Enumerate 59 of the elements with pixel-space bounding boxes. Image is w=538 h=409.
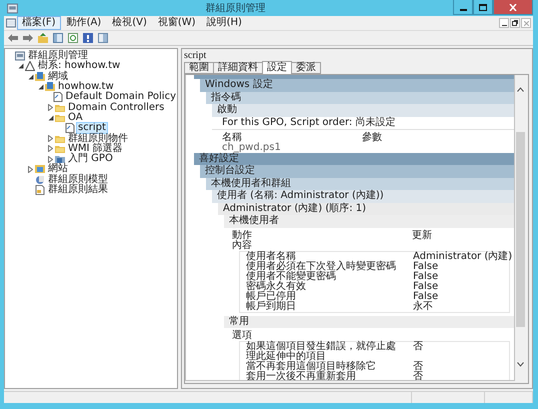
tree-item[interactable]: Default Domain Policy (64, 92, 177, 102)
tree-item[interactable]: 群組原則模型 (47, 174, 109, 185)
property-value: False (413, 262, 440, 272)
tree-item[interactable]: 群組原則結果 (47, 185, 109, 195)
menu-item[interactable]: 動作(A) (62, 16, 106, 30)
tab[interactable]: 設定 (262, 61, 292, 74)
property-label: 帳戶已停用 (246, 292, 297, 302)
property-value: False (413, 272, 440, 282)
property-value: 否 (413, 342, 424, 354)
section-header: Windows 設定 (200, 79, 514, 92)
column-header: 參數 (362, 132, 383, 142)
property-label: 使用者必須在下次登入時變更密碼 (246, 262, 397, 272)
section-header: 本機使用者 (224, 215, 514, 228)
tree-item[interactable]: 網站 (47, 164, 69, 174)
tab[interactable]: 範圍 (184, 62, 214, 74)
section-header: 啟動 (212, 104, 514, 116)
property-label: 使用者不能變更密碼 (246, 272, 337, 282)
property-label: 密碼永久有效 (246, 282, 307, 292)
tab[interactable]: 委派 (291, 62, 321, 74)
tree-item[interactable]: Domain Controllers (67, 102, 166, 113)
menu-item[interactable]: 檔案(F) (17, 16, 61, 30)
menu-item[interactable]: 檢視(V) (107, 16, 152, 30)
property-value: 否 (413, 362, 424, 372)
tree-item[interactable]: script (77, 123, 107, 134)
property-label: 如果這個項目發生錯誤，就停止處理此延伸中的項目 (246, 342, 397, 362)
field-label: 動作 (232, 230, 253, 240)
tab[interactable]: 詳細資料 (213, 62, 263, 74)
section-header: 喜好設定 (194, 152, 514, 165)
group-label: 選項 (232, 331, 253, 341)
section-header: Administrator (內建) (順序: 1) (218, 202, 514, 215)
table-cell-text: ch_pwd.ps1 (222, 142, 282, 152)
property-value: Administrator (內建) (413, 252, 512, 262)
menu-item[interactable]: 說明(H) (202, 16, 247, 30)
property-label: 當不再套用這個項目時移除它 (246, 362, 377, 372)
section-header: 本機使用者和群組 (206, 178, 514, 190)
property-value: 永不 (413, 302, 433, 312)
section-header: 指令碼 (206, 92, 514, 104)
column-header: 名稱 (222, 132, 242, 142)
property-value: False (413, 292, 440, 302)
group-label: 內容 (232, 240, 253, 250)
field-value: 更新 (412, 230, 433, 240)
tree-item[interactable]: 樹系: howhow.tw (37, 61, 122, 72)
script-order-note: For this GPO, Script order: 尚未設定 (212, 116, 514, 130)
tree-item[interactable]: 入門 GPO (67, 154, 114, 164)
menu-item[interactable]: 視窗(W) (152, 16, 201, 30)
section-header: 常用 (224, 316, 514, 328)
tree-item[interactable]: WMI 篩選器 (67, 144, 124, 154)
section-header: 使用者 (名稱: Administrator (內建)) (212, 190, 514, 202)
tree-item[interactable]: OA (67, 112, 84, 123)
property-value: 否 (413, 372, 424, 380)
property-value: False (413, 282, 440, 292)
property-label: 帳戶到期日 (246, 302, 297, 312)
section-header: 控制台設定 (200, 165, 514, 178)
detail-title: script (184, 50, 208, 62)
tree-item[interactable]: 網域 (47, 72, 69, 82)
tree-item[interactable]: 群組原則物件 (67, 134, 129, 144)
tree-item[interactable]: howhow.tw (57, 82, 115, 92)
window-title: 群組原則管理 (206, 2, 266, 15)
property-label: 使用者名稱 (246, 252, 296, 262)
